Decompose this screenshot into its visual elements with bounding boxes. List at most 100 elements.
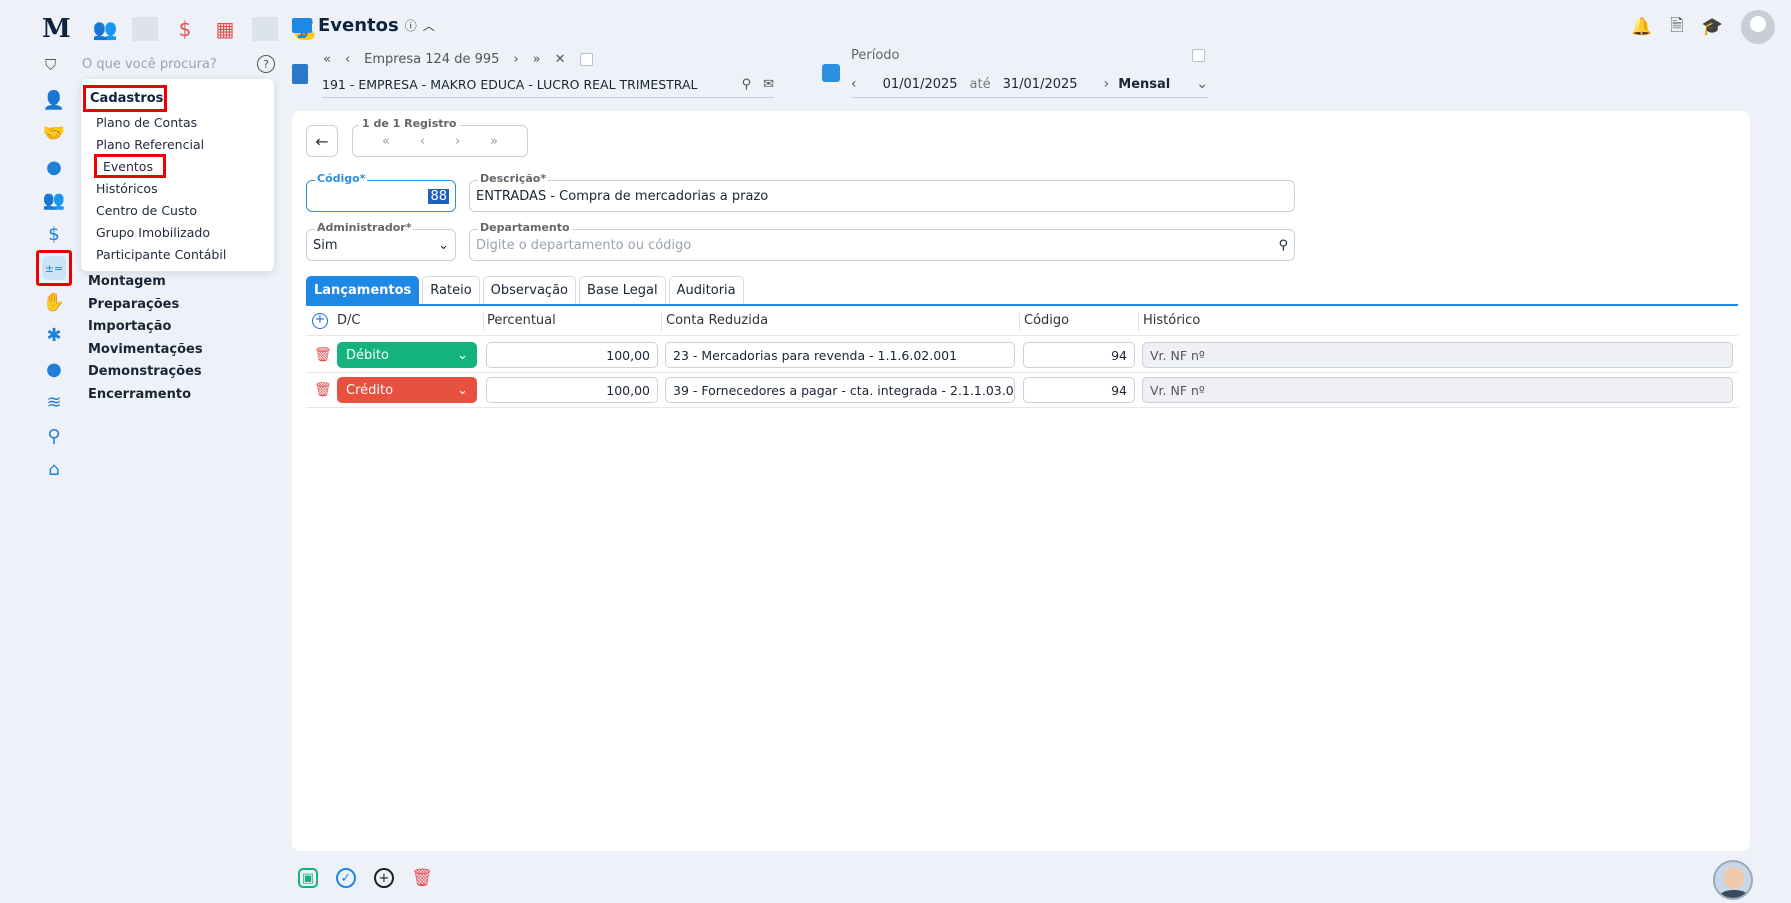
- dc-select[interactable]: Crédito ⌄: [337, 377, 477, 403]
- people-icon[interactable]: 👥: [42, 188, 66, 212]
- conta-input[interactable]: 23 - Mercadorias para revenda - 1.1.6.02…: [665, 342, 1015, 368]
- info-icon[interactable]: ⓘ: [405, 17, 417, 34]
- menu-search[interactable]: O que você procura? ?: [82, 52, 275, 76]
- codigo-field[interactable]: Código* 88: [306, 172, 456, 212]
- menu-item-eventos[interactable]: Eventos: [94, 154, 166, 178]
- page-title: Eventos ⓘ ︿: [292, 15, 435, 38]
- menu-header-cadastros[interactable]: Cadastros: [83, 85, 167, 112]
- empresa-field[interactable]: 191 - EMPRESA - MAKRO EDUCA - LUCRO REAL…: [322, 71, 774, 98]
- save-icon[interactable]: ▣: [298, 868, 318, 888]
- confirm-icon[interactable]: ✓: [336, 868, 356, 888]
- empresa-name: 191 - EMPRESA - MAKRO EDUCA - LUCRO REAL…: [322, 76, 698, 92]
- search-icon[interactable]: ⚲: [42, 424, 66, 448]
- chevron-up-icon[interactable]: ︿: [423, 17, 435, 34]
- period-end[interactable]: 31/01/2025: [1003, 77, 1078, 92]
- descricao-field[interactable]: Descrição* ENTRADAS - Compra de mercador…: [469, 172, 1295, 212]
- codigo-value[interactable]: 88: [428, 188, 449, 204]
- menu-item-participante[interactable]: Participante Contábil: [96, 247, 226, 262]
- assistant-avatar[interactable]: [1713, 860, 1753, 900]
- section-preparacoes[interactable]: Preparações: [88, 297, 179, 312]
- bell-icon[interactable]: 🔔: [1631, 17, 1652, 37]
- tab-rateio[interactable]: Rateio: [422, 276, 480, 304]
- prev-empresa-icon[interactable]: ‹: [345, 52, 350, 67]
- calendar-icon[interactable]: [822, 64, 840, 82]
- chevron-down-icon: ⌄: [457, 347, 468, 363]
- chevron-down-icon[interactable]: ⌄: [1196, 76, 1208, 92]
- periodo-checkbox[interactable]: [1192, 49, 1205, 62]
- percentual-input[interactable]: 100,00: [486, 377, 658, 403]
- accounting-icon[interactable]: ±=: [36, 250, 72, 286]
- descricao-value[interactable]: ENTRADAS - Compra de mercadorias a prazo: [476, 189, 768, 204]
- codigo-input[interactable]: 94: [1023, 377, 1135, 403]
- user-admin-icon[interactable]: 👤: [42, 88, 66, 112]
- next-period-icon[interactable]: ›: [1104, 76, 1110, 92]
- dollar-icon[interactable]: $: [42, 222, 66, 246]
- trash-icon[interactable]: 🗑: [411, 868, 433, 888]
- close-icon[interactable]: ✕: [555, 52, 566, 67]
- gear-network-icon[interactable]: ✱: [42, 323, 66, 347]
- search-icon[interactable]: ⚲: [1278, 238, 1288, 253]
- graduation-cap-icon[interactable]: 🎓: [1702, 17, 1723, 37]
- menu-item-historicos[interactable]: Históricos: [96, 181, 158, 196]
- menu-item-centro-custo[interactable]: Centro de Custo: [96, 203, 197, 218]
- historico-input[interactable]: Vr. NF nº: [1142, 377, 1733, 403]
- menu-item-plano-referencial[interactable]: Plano Referencial: [96, 137, 204, 152]
- mail-icon[interactable]: ✉: [763, 77, 774, 92]
- trash-icon[interactable]: 🗑: [314, 382, 332, 398]
- departamento-input[interactable]: Digite o departamento ou código: [476, 238, 691, 253]
- hand-coin-icon[interactable]: ✋: [42, 290, 66, 314]
- section-importacao[interactable]: Importação: [88, 319, 171, 334]
- menu-search-input[interactable]: O que você procura?: [82, 57, 217, 72]
- user-avatar[interactable]: [1741, 10, 1775, 44]
- empresa-counter: Empresa 124 de 995: [364, 52, 500, 67]
- codigo-input[interactable]: 94: [1023, 342, 1135, 368]
- header-percentual: Percentual: [487, 313, 556, 328]
- back-button[interactable]: ←: [306, 125, 338, 157]
- tab-lancamentos[interactable]: Lançamentos: [306, 276, 420, 304]
- frequency-select[interactable]: Mensal: [1118, 77, 1170, 92]
- departamento-field[interactable]: Departamento Digite o departamento ou có…: [469, 221, 1295, 261]
- home-icon[interactable]: ⌂: [42, 457, 66, 481]
- document-search-icon[interactable]: 🗎: [1670, 13, 1684, 42]
- empresa-checkbox[interactable]: [579, 53, 593, 66]
- tab-base-legal[interactable]: Base Legal: [579, 276, 666, 304]
- dc-select[interactable]: Débito ⌄: [337, 342, 477, 368]
- prev-period-icon[interactable]: ‹: [851, 76, 857, 92]
- last-empresa-icon[interactable]: »: [533, 52, 541, 67]
- people-app-icon[interactable]: 👥: [92, 17, 118, 41]
- add-icon[interactable]: +: [374, 868, 394, 888]
- handshake-icon[interactable]: 🤝: [42, 121, 66, 145]
- next-empresa-icon[interactable]: ›: [513, 52, 518, 67]
- app-logo[interactable]: M: [42, 14, 71, 44]
- prev-record-icon[interactable]: ‹: [420, 134, 425, 149]
- descricao-label: Descrição*: [478, 172, 549, 185]
- section-montagem[interactable]: Montagem: [88, 274, 166, 289]
- finance-app-icon[interactable]: $: [172, 17, 198, 41]
- table-app-icon[interactable]: ▦: [212, 17, 238, 41]
- next-record-icon[interactable]: ›: [455, 134, 460, 149]
- layers-icon[interactable]: ≋: [42, 390, 66, 414]
- period-start[interactable]: 01/01/2025: [883, 77, 958, 92]
- section-demonstracoes[interactable]: Demonstrações: [88, 364, 202, 379]
- tab-auditoria[interactable]: Auditoria: [668, 276, 744, 304]
- filter-icon[interactable]: ⛉: [45, 56, 56, 74]
- historico-input[interactable]: Vr. NF nº: [1142, 342, 1733, 368]
- help-icon[interactable]: ?: [257, 55, 275, 73]
- percentual-input[interactable]: 100,00: [486, 342, 658, 368]
- header-dc: D/C: [337, 313, 361, 328]
- menu-item-plano-contas[interactable]: Plano de Contas: [96, 115, 197, 130]
- first-empresa-icon[interactable]: «: [323, 52, 331, 67]
- last-record-icon[interactable]: »: [490, 134, 498, 149]
- administrador-select[interactable]: Administrador* Sim ⌄: [306, 221, 456, 261]
- section-encerramento[interactable]: Encerramento: [88, 387, 191, 402]
- tab-observacao[interactable]: Observação: [482, 276, 576, 304]
- conta-input[interactable]: 39 - Fornecedores a pagar - cta. integra…: [665, 377, 1015, 403]
- first-record-icon[interactable]: «: [382, 134, 390, 149]
- search-icon[interactable]: ⚲: [742, 77, 752, 92]
- clock-icon[interactable]: ●: [42, 155, 66, 179]
- trash-icon[interactable]: 🗑: [314, 347, 332, 363]
- add-row-icon[interactable]: +: [312, 313, 328, 329]
- menu-item-grupo-imobilizado[interactable]: Grupo Imobilizado: [96, 225, 210, 240]
- money-bag-icon[interactable]: ●: [42, 357, 66, 381]
- section-movimentacoes[interactable]: Movimentações: [88, 342, 203, 357]
